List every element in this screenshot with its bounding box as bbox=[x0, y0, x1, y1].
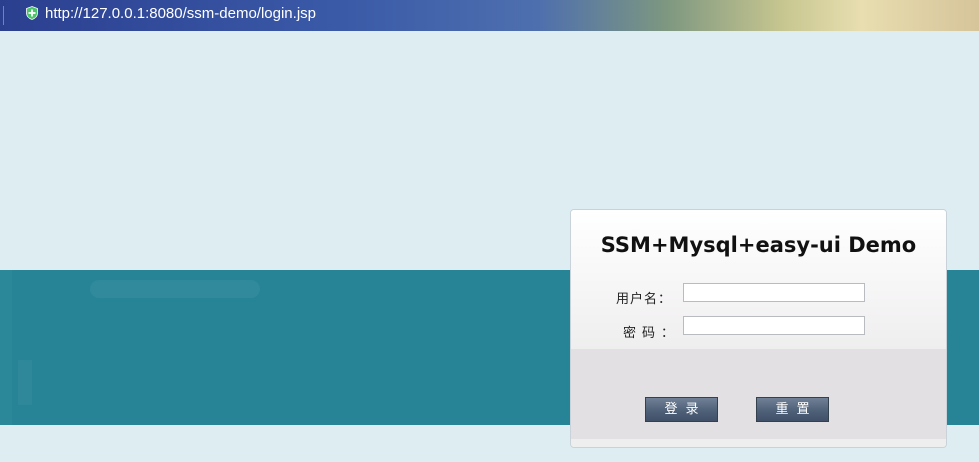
login-title: SSM+Mysql+easy-ui Demo bbox=[600, 233, 917, 257]
reset-button[interactable]: 重置 bbox=[756, 397, 829, 422]
banner-glow-left bbox=[18, 360, 32, 405]
login-button[interactable]: 登录 bbox=[645, 397, 718, 422]
username-label: 用户名： bbox=[616, 292, 673, 307]
password-input[interactable] bbox=[683, 316, 865, 335]
banner-glow bbox=[90, 280, 260, 298]
login-panel: SSM+Mysql+easy-ui Demo 用户名： 密码： 登录 重置 bbox=[570, 209, 947, 448]
address-bar: http://127.0.0.1:8080/ssm-demo/login.jsp bbox=[0, 0, 979, 31]
banner-band-edge bbox=[0, 270, 12, 425]
shield-plus-icon bbox=[26, 6, 38, 20]
address-bar-divider bbox=[3, 6, 4, 25]
url-text[interactable]: http://127.0.0.1:8080/ssm-demo/login.jsp bbox=[45, 5, 316, 23]
username-input[interactable] bbox=[683, 283, 865, 302]
password-label: 密码： bbox=[623, 326, 681, 341]
login-panel-footer bbox=[571, 439, 946, 447]
